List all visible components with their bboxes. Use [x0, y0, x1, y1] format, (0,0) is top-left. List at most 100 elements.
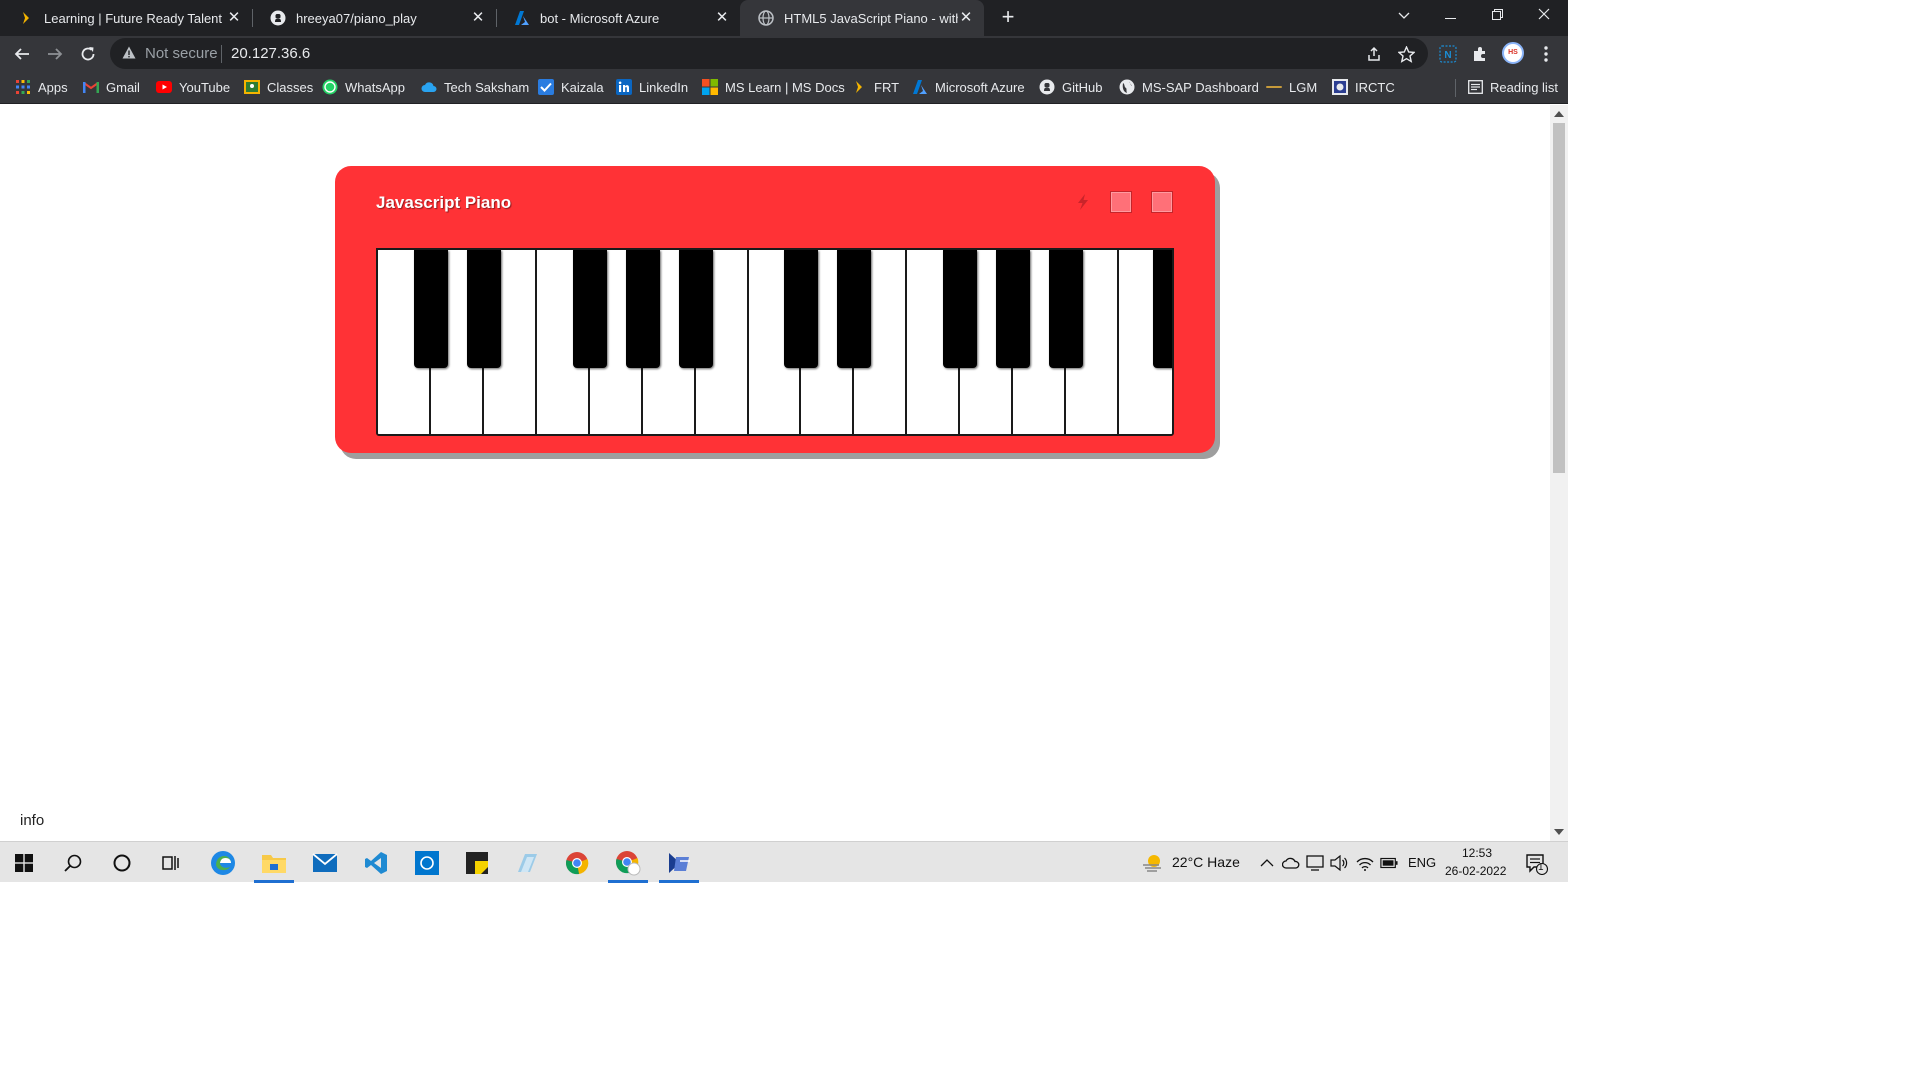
black-key[interactable]: [996, 250, 1031, 368]
bookmark-linkedin[interactable]: LinkedIn: [616, 77, 688, 97]
bookmark-kaizala[interactable]: Kaizala: [538, 77, 604, 97]
profile-avatar[interactable]: HS: [1502, 42, 1524, 64]
chevron-up-icon[interactable]: [1258, 854, 1276, 872]
bookmark-irctc[interactable]: IRCTC: [1332, 77, 1395, 97]
url-text[interactable]: 20.127.36.6: [231, 45, 310, 62]
black-key[interactable]: [1153, 250, 1172, 368]
dell-app-icon[interactable]: [403, 842, 451, 883]
bookmark-apps[interactable]: Apps: [15, 77, 68, 97]
scrollbar-thumb[interactable]: [1553, 123, 1565, 473]
tab-learning[interactable]: Learning | Future Ready Talent ✕: [0, 0, 252, 36]
scroll-down-arrow-icon[interactable]: [1554, 829, 1564, 835]
bookmark-tech-saksham[interactable]: Tech Saksham: [421, 77, 529, 97]
bookmark-star-icon[interactable]: [1396, 44, 1416, 64]
globe-icon: [758, 10, 774, 26]
extension-n-icon[interactable]: N: [1434, 40, 1462, 68]
file-explorer-icon[interactable]: [250, 842, 298, 883]
azure-data-studio-icon[interactable]: [655, 842, 703, 883]
tab-piano[interactable]: HTML5 JavaScript Piano - with D ✕: [740, 0, 984, 36]
vertical-scrollbar[interactable]: [1550, 105, 1568, 841]
black-key[interactable]: [837, 250, 872, 368]
black-key[interactable]: [784, 250, 819, 368]
snip-tool-icon[interactable]: [503, 842, 551, 883]
new-tab-button[interactable]: +: [996, 5, 1020, 29]
tab-github[interactable]: hreeya07/piano_play ✕: [252, 0, 496, 36]
gmail-icon: [83, 79, 99, 95]
bookmark-label: Tech Saksham: [444, 79, 530, 95]
menu-kebab-icon[interactable]: [1532, 40, 1560, 68]
bookmark-lgm[interactable]: LGM: [1266, 77, 1317, 97]
security-label[interactable]: Not secure: [145, 45, 218, 62]
close-icon[interactable]: ✕: [958, 10, 974, 26]
chrome-icon[interactable]: [553, 842, 601, 883]
bookmark-gmail[interactable]: Gmail: [83, 77, 140, 97]
reading-list-icon: [1467, 79, 1483, 95]
bookmark-label: FRT: [874, 79, 900, 95]
start-button[interactable]: [0, 842, 48, 883]
mail-icon[interactable]: [301, 842, 349, 883]
close-icon[interactable]: ✕: [470, 10, 486, 26]
volume-icon[interactable]: [1330, 854, 1348, 872]
weather-haze-icon[interactable]: [1141, 852, 1163, 874]
bookmark-github[interactable]: GitHub: [1039, 77, 1102, 97]
frt-icon: [18, 10, 34, 26]
search-icon[interactable]: [49, 842, 97, 883]
back-button[interactable]: [8, 40, 36, 68]
clock-date[interactable]: 26-02-2022: [1445, 864, 1506, 878]
wifi-icon[interactable]: [1356, 854, 1374, 872]
black-key[interactable]: [625, 250, 660, 368]
reload-button[interactable]: [74, 40, 102, 68]
github-icon: [270, 10, 286, 26]
bookmark-label: Gmail: [106, 79, 140, 95]
bookmark-ms-learn[interactable]: MS Learn | MS Docs: [702, 77, 845, 97]
bookmark-microsoft-azure[interactable]: Microsoft Azure: [912, 77, 1025, 97]
bookmark-classes[interactable]: Classes: [244, 77, 313, 97]
tab-search-chevron-icon[interactable]: [1381, 0, 1427, 32]
piano-body: Javascript Piano: [335, 166, 1215, 453]
bookmark-whatsapp[interactable]: WhatsApp: [322, 77, 405, 97]
control-button-1[interactable]: [1110, 191, 1132, 213]
battery-icon[interactable]: [1380, 854, 1398, 872]
black-key[interactable]: [413, 250, 448, 368]
forward-button[interactable]: [41, 40, 69, 68]
sticky-notes-icon[interactable]: [453, 842, 501, 883]
notification-center-icon[interactable]: [1524, 852, 1550, 876]
azure-icon: [514, 10, 530, 26]
network-monitor-icon[interactable]: [1306, 854, 1324, 872]
extensions-puzzle-icon[interactable]: [1466, 40, 1494, 68]
lgm-icon: [1266, 79, 1282, 95]
onedrive-icon[interactable]: [1282, 854, 1300, 872]
black-key[interactable]: [466, 250, 501, 368]
azure-icon: [912, 79, 928, 95]
black-key[interactable]: [943, 250, 978, 368]
task-view-icon[interactable]: [147, 842, 195, 883]
tab-azure[interactable]: bot - Microsoft Azure ✕: [496, 0, 740, 36]
black-key[interactable]: [678, 250, 713, 368]
bookmark-ms-sap-dashboard[interactable]: MS-SAP Dashboard: [1119, 77, 1259, 97]
vscode-icon[interactable]: [352, 842, 400, 883]
tab-title: HTML5 JavaScript Piano - with D: [784, 10, 958, 26]
control-button-2[interactable]: [1151, 191, 1173, 213]
chrome-profile-icon[interactable]: [604, 842, 652, 883]
weather-text[interactable]: 22°C Haze: [1172, 854, 1240, 870]
clock-time[interactable]: 12:53: [1462, 846, 1492, 860]
close-icon[interactable]: ✕: [226, 10, 242, 26]
close-icon[interactable]: ✕: [714, 10, 730, 26]
minimize-button[interactable]: [1427, 0, 1473, 32]
cortana-icon[interactable]: [98, 842, 146, 883]
black-key[interactable]: [1049, 250, 1084, 368]
share-icon[interactable]: [1364, 44, 1384, 64]
bookmark-youtube[interactable]: YouTube: [156, 77, 230, 97]
warning-triangle-icon[interactable]: [122, 46, 136, 64]
bookmark-frt[interactable]: FRT: [851, 77, 899, 97]
lightning-bolt-icon[interactable]: [1076, 194, 1090, 215]
reading-list-button[interactable]: Reading list: [1467, 77, 1558, 97]
language-indicator[interactable]: ENG: [1408, 855, 1436, 870]
restore-button[interactable]: [1474, 0, 1520, 32]
edge-icon[interactable]: [199, 842, 247, 883]
svg-text:N: N: [1444, 50, 1451, 61]
scroll-up-arrow-icon[interactable]: [1554, 111, 1564, 117]
black-key[interactable]: [572, 250, 607, 368]
address-bar[interactable]: Not secure 20.127.36.6: [110, 38, 1428, 69]
close-window-button[interactable]: [1521, 0, 1567, 32]
